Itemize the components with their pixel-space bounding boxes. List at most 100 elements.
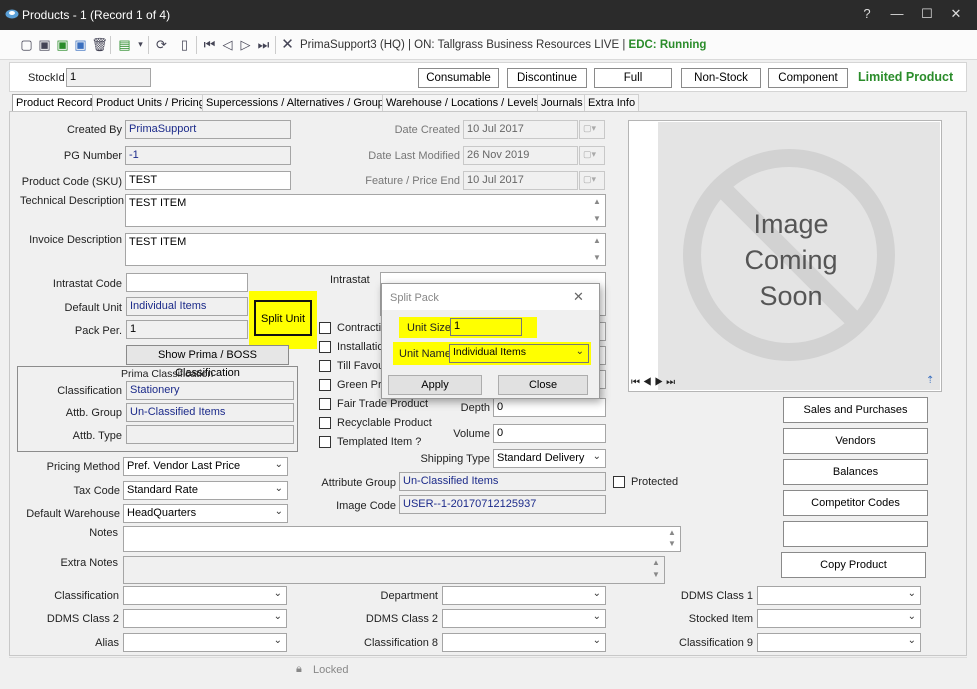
balances-button[interactable]: Balances	[783, 459, 928, 485]
limited-product-label: Limited Product	[858, 70, 954, 84]
technical-description-field[interactable]: TEST ITEM ▲ ▼	[125, 194, 606, 227]
status-bar	[9, 657, 967, 681]
stockid-field[interactable]: 1	[66, 68, 151, 87]
save-icon[interactable]: ▣	[36, 36, 53, 53]
tax-code-label: Tax Code	[73, 485, 120, 497]
split-unit-button[interactable]: Split Unit	[254, 300, 312, 336]
notes-label: Notes	[89, 527, 118, 539]
sales-purchases-button[interactable]: Sales and Purchases	[783, 397, 928, 423]
date-modified-label: Date Last Modified	[368, 150, 460, 162]
intrastat-label: Intrastat	[330, 274, 370, 286]
bottom-classification-label: Classification	[54, 590, 119, 602]
ddms-class1-select[interactable]: ⌄	[757, 586, 921, 605]
tab-extra-info[interactable]: Extra Info	[584, 94, 640, 112]
first-record-icon[interactable]: ⏮	[201, 36, 218, 53]
department-select[interactable]: ⌄	[442, 586, 606, 605]
split-pack-dialog: Split Pack ✕ Unit Size 1 Unit Name Indiv…	[381, 283, 600, 399]
unit-size-field[interactable]: 1	[450, 318, 522, 336]
checkbox-recyclable[interactable]	[319, 417, 331, 429]
ddms-class2b-select[interactable]: ⌄	[442, 609, 606, 628]
save-close-icon[interactable]: ▣	[72, 36, 89, 53]
checkbox-contractible[interactable]	[319, 322, 331, 334]
delete-icon[interactable]: 🗑	[91, 36, 108, 53]
toolbar: ▢ ▣ ▣ ▣ 🗑 ▤ ▾ ⟳ ▯ ⏮ ◁ ▷ ⏭ ✕ PrimaSupport…	[0, 30, 977, 60]
tab-supercessions[interactable]: Supercessions / Alternatives / Groups	[202, 94, 394, 112]
classification8-select[interactable]: ⌄	[442, 633, 606, 652]
shipping-type-label: Shipping Type	[420, 453, 490, 465]
classification9-select[interactable]: ⌄	[757, 633, 921, 652]
minimize-icon[interactable]: —	[887, 6, 907, 21]
checkbox-installation[interactable]	[319, 341, 331, 353]
shipping-type-value: Standard Delivery	[497, 452, 585, 464]
tax-code-select[interactable]: Standard Rate ⌄	[123, 481, 288, 500]
chevron-down-icon: ⌄	[592, 451, 601, 462]
save-green-icon[interactable]: ▣	[54, 36, 71, 53]
consumable-button[interactable]: Consumable	[418, 68, 499, 88]
vendors-button[interactable]: Vendors	[783, 428, 928, 454]
checkbox-till-favour[interactable]	[319, 360, 331, 372]
feature-price-end-field: 10 Jul 2017	[463, 171, 578, 190]
product-code-field[interactable]: TEST	[125, 171, 291, 190]
discontinue-button[interactable]: Discontinue	[507, 68, 587, 88]
new-icon[interactable]: ▢	[18, 36, 35, 53]
pg-number-field: -1	[125, 146, 291, 165]
help-icon[interactable]: ?	[857, 6, 877, 21]
blank-button[interactable]	[783, 521, 928, 547]
image-nav-icons[interactable]: ⏮ ◀ ▶ ⏭	[631, 377, 675, 388]
checkbox-fair-trade[interactable]	[319, 398, 331, 410]
classification9-label: Classification 9	[679, 637, 753, 649]
close-icon[interactable]: ✕	[946, 6, 966, 22]
image-code-field: USER--1-20170712125937	[399, 495, 606, 514]
scroll-up-icon[interactable]: ▲	[590, 197, 604, 206]
scroll-up-icon[interactable]: ▲	[665, 528, 679, 537]
export-icon[interactable]: ▤	[116, 36, 133, 53]
close-button[interactable]: Close	[498, 375, 588, 395]
chevron-down-icon[interactable]: ▾	[132, 36, 149, 53]
intrastat-code-field[interactable]	[126, 273, 248, 292]
competitor-codes-button[interactable]: Competitor Codes	[783, 490, 928, 516]
non-stock-button[interactable]: Non-Stock	[681, 68, 761, 88]
scroll-up-icon[interactable]: ▲	[590, 236, 604, 245]
ddms-class2-select[interactable]: ⌄	[123, 609, 287, 628]
tab-product-units-pricing[interactable]: Product Units / Pricing	[92, 94, 209, 112]
depth-field[interactable]: 0	[493, 398, 606, 417]
component-button[interactable]: Component	[768, 68, 848, 88]
tab-product-record[interactable]: Product Record	[12, 94, 97, 112]
previous-record-icon[interactable]: ◁	[219, 36, 236, 53]
upload-icon[interactable]: ⇡	[926, 375, 934, 386]
tab-journals[interactable]: Journals	[537, 94, 587, 112]
show-prima-button[interactable]: Show Prima / BOSS Classification	[126, 345, 289, 379]
notes-field[interactable]: ▲ ▼	[123, 526, 681, 552]
tab-warehouse[interactable]: Warehouse / Locations / Levels	[382, 94, 544, 112]
last-record-icon[interactable]: ⏭	[255, 36, 272, 53]
copy-product-button[interactable]: Copy Product	[781, 552, 926, 578]
shipping-type-select[interactable]: Standard Delivery ⌄	[493, 449, 606, 468]
scroll-down-icon[interactable]: ▼	[665, 539, 679, 548]
clipboard-icon[interactable]: ▯	[176, 36, 193, 53]
scroll-down-icon[interactable]: ▼	[590, 253, 604, 262]
maximize-icon[interactable]: ☐	[917, 6, 937, 22]
unit-name-select[interactable]: Individual Items ⌄	[449, 344, 589, 363]
invoice-description-field[interactable]: TEST ITEM ▲ ▼	[125, 233, 606, 266]
pricing-method-select[interactable]: Pref. Vendor Last Price ⌄	[123, 457, 288, 476]
checkbox-protected[interactable]	[613, 476, 625, 488]
image-line-1: Image	[753, 209, 829, 239]
dialog-close-icon[interactable]: ✕	[573, 289, 584, 305]
chevron-down-icon: ⌄	[907, 635, 916, 646]
checkbox-green-product[interactable]	[319, 379, 331, 391]
apply-button[interactable]: Apply	[388, 375, 482, 395]
refresh-icon[interactable]: ⟳	[153, 36, 170, 53]
scroll-down-icon[interactable]: ▼	[590, 214, 604, 223]
image-line-3: Soon	[759, 281, 823, 311]
checkbox-templated-item[interactable]	[319, 436, 331, 448]
bottom-classification-select[interactable]: ⌄	[123, 586, 287, 605]
cancel-icon[interactable]: ✕	[279, 36, 296, 53]
stocked-item-select[interactable]: ⌄	[757, 609, 921, 628]
volume-field[interactable]: 0	[493, 424, 606, 443]
default-warehouse-select[interactable]: HeadQuarters ⌄	[123, 504, 288, 523]
next-record-icon[interactable]: ▷	[237, 36, 254, 53]
full-button[interactable]: Full	[594, 68, 672, 88]
extra-notes-label: Extra Notes	[60, 557, 118, 569]
created-by-field: PrimaSupport	[125, 120, 291, 139]
alias-select[interactable]: ⌄	[123, 633, 287, 652]
